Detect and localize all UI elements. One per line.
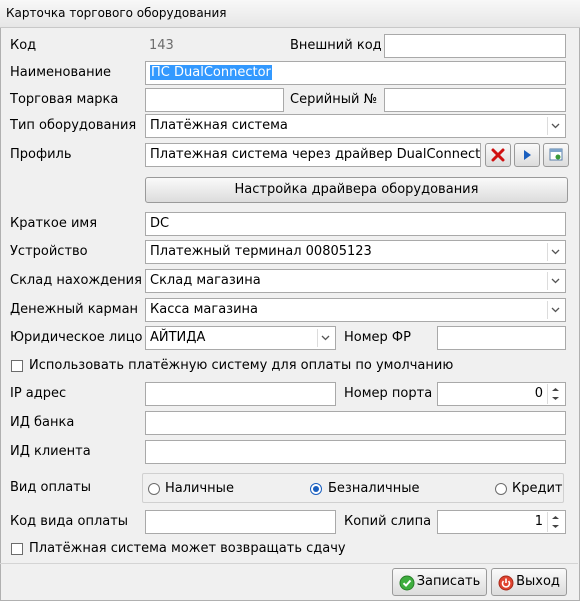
- client-id-label: ИД клиента: [10, 444, 91, 459]
- external-code-label: Внешний код: [290, 38, 382, 53]
- profile-select-button[interactable]: [514, 143, 540, 167]
- spin-arrows-icon[interactable]: [547, 384, 564, 404]
- code-value: 143: [149, 38, 174, 53]
- device-label: Устройство: [10, 244, 88, 259]
- red-power-icon: [498, 575, 514, 591]
- chevron-down-icon[interactable]: [547, 301, 563, 319]
- port-label: Номер порта: [344, 386, 433, 401]
- payment-code-label: Код вида оплаты: [10, 514, 129, 529]
- legal-entity-label: Юридическое лицо: [10, 330, 143, 345]
- radio-credit-label[interactable]: Кредит: [512, 481, 563, 497]
- default-payment-checkbox[interactable]: [11, 360, 23, 372]
- bank-id-input[interactable]: [145, 411, 566, 435]
- open-card-icon: [549, 148, 563, 161]
- ip-address-label: IP адрес: [10, 386, 67, 401]
- port-spinbox[interactable]: 0: [437, 382, 566, 406]
- short-name-label: Краткое имя: [10, 216, 98, 231]
- legal-entity-value: АЙТИДА: [150, 330, 206, 345]
- radio-cashless-label[interactable]: Безналичные: [328, 481, 420, 497]
- window-titlebar: Карточка торгового оборудования: [0, 0, 580, 28]
- code-label: Код: [10, 38, 37, 53]
- chevron-down-icon[interactable]: [547, 117, 563, 135]
- device-value: Платежный терминал 00805123: [150, 244, 372, 259]
- return-change-label: Платёжная система может возвращать сдачу: [29, 541, 346, 556]
- exit-button-label: Выход: [516, 574, 560, 589]
- save-button-label: Записать: [416, 574, 481, 589]
- warehouse-label: Склад нахождения: [10, 273, 142, 288]
- driver-settings-button[interactable]: Настройка драйвера оборудования: [145, 177, 568, 203]
- short-name-input[interactable]: DC: [145, 212, 566, 236]
- slip-copies-label: Копий слипа: [344, 514, 432, 529]
- name-input[interactable]: ПС DualConnector: [145, 61, 566, 85]
- radio-cash[interactable]: [148, 483, 160, 495]
- payment-type-group: Наличные Безналичные Кредит: [142, 473, 564, 503]
- return-change-checkbox[interactable]: [11, 543, 23, 555]
- warehouse-value: Склад магазина: [150, 273, 261, 288]
- payment-type-label: Вид оплаты: [10, 480, 92, 495]
- profile-input[interactable]: Платежная система через драйвер DualConn…: [145, 143, 481, 167]
- bank-id-label: ИД банка: [10, 415, 75, 430]
- cash-pocket-select[interactable]: Касса магазина: [145, 298, 566, 322]
- brand-input[interactable]: [145, 88, 284, 112]
- profile-label: Профиль: [10, 147, 72, 162]
- device-select[interactable]: Платежный терминал 00805123: [145, 240, 566, 264]
- fr-number-input[interactable]: [437, 326, 566, 350]
- port-value: 0: [534, 386, 543, 401]
- profile-clear-button[interactable]: [485, 143, 511, 167]
- equipment-type-select[interactable]: Платёжная система: [145, 114, 566, 138]
- name-input-selected-text: ПС DualConnector: [150, 65, 272, 80]
- chevron-down-icon[interactable]: [317, 329, 333, 347]
- chevron-down-icon[interactable]: [547, 243, 563, 261]
- red-x-icon: [491, 148, 505, 162]
- legal-entity-select[interactable]: АЙТИДА: [145, 326, 336, 350]
- warehouse-select[interactable]: Склад магазина: [145, 269, 566, 293]
- spin-arrows-icon[interactable]: [547, 512, 564, 532]
- chevron-down-icon[interactable]: [547, 272, 563, 290]
- radio-cashless[interactable]: [310, 483, 322, 495]
- client-id-input[interactable]: [145, 440, 566, 464]
- radio-selected-dot: [313, 486, 319, 492]
- external-code-input[interactable]: [384, 34, 566, 58]
- serial-input[interactable]: [384, 88, 566, 112]
- radio-credit[interactable]: [495, 483, 507, 495]
- radio-cash-label[interactable]: Наличные: [165, 481, 234, 497]
- footer-divider: [0, 563, 578, 564]
- equipment-type-label: Тип оборудования: [10, 118, 137, 133]
- serial-label: Серийный №: [290, 92, 378, 107]
- cash-pocket-label: Денежный карман: [10, 302, 139, 317]
- default-payment-label: Использовать платёжную систему для оплат…: [29, 358, 454, 373]
- save-button[interactable]: Записать: [392, 568, 487, 596]
- name-label: Наименование: [10, 65, 112, 80]
- cash-pocket-value: Касса магазина: [150, 302, 258, 317]
- slip-copies-value: 1: [534, 514, 543, 529]
- green-check-icon: [399, 575, 415, 591]
- equipment-type-value: Платёжная система: [150, 118, 288, 133]
- window-title: Карточка торгового оборудования: [6, 6, 227, 20]
- blue-play-icon: [524, 150, 531, 160]
- fr-number-label: Номер ФР: [344, 330, 411, 345]
- profile-open-button[interactable]: [543, 143, 569, 167]
- slip-copies-spinbox[interactable]: 1: [437, 510, 566, 534]
- exit-button[interactable]: Выход: [491, 568, 567, 596]
- brand-label: Торговая марка: [10, 92, 119, 107]
- payment-code-input[interactable]: [145, 510, 336, 534]
- ip-address-input[interactable]: [145, 382, 336, 406]
